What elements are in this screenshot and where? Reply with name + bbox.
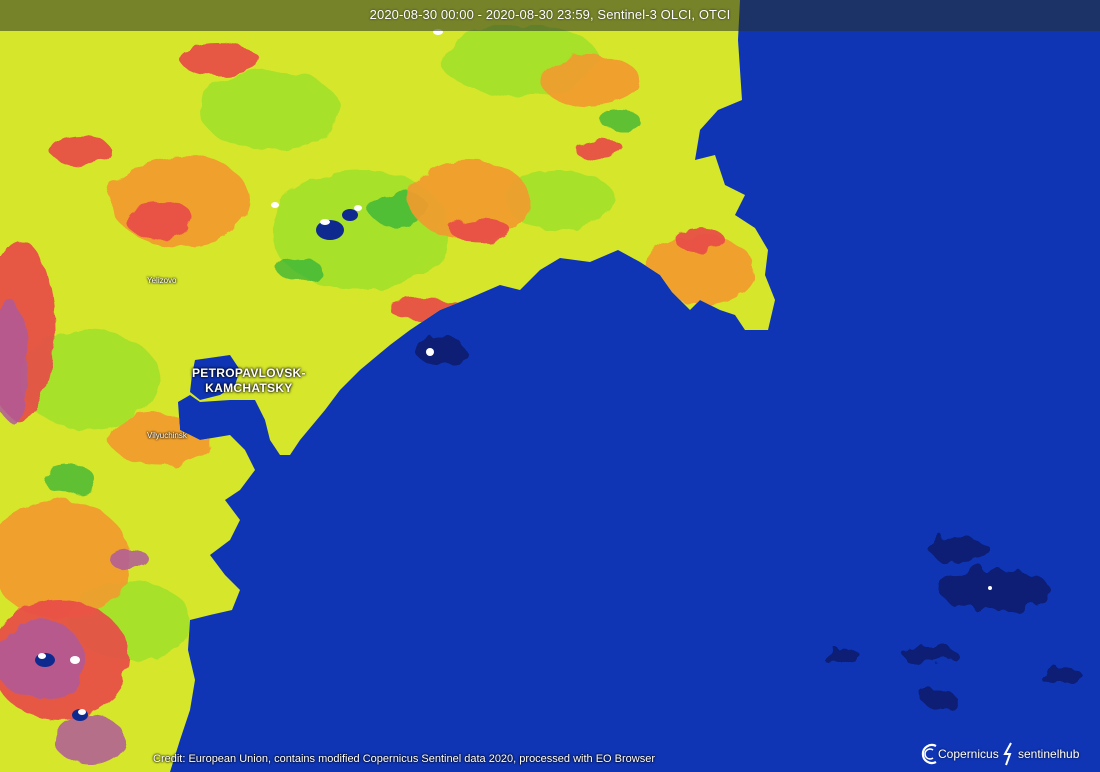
otci-imagery [0,0,1100,772]
satellite-map[interactable]: 2020-08-30 00:00 - 2020-08-30 23:59, Sen… [0,0,1100,772]
sentinelhub-logo-text: sentinelhub [1018,747,1080,761]
sentinelhub-logo-icon [1003,742,1012,766]
credit-text: Credit: European Union, contains modifie… [153,753,655,765]
label-vilyuchinsk: Vilyuchinsk [147,431,187,440]
label-yelizovo: Yelizovo [147,276,177,285]
label-petropavlovsk-kamchatsky: PETROPAVLOVSK- KAMCHATSKY [192,366,306,396]
copernicus-logo-text: Copernicus [938,747,999,761]
copernicus-logo-icon [921,743,937,765]
city-label-line1: PETROPAVLOVSK- [192,366,306,380]
logos: Copernicus sentinelhub [918,740,1090,768]
header-bar: 2020-08-30 00:00 - 2020-08-30 23:59, Sen… [0,0,1100,31]
date-sensor-title: 2020-08-30 00:00 - 2020-08-30 23:59, Sen… [369,7,731,22]
city-label-line2: KAMCHATSKY [205,381,293,395]
